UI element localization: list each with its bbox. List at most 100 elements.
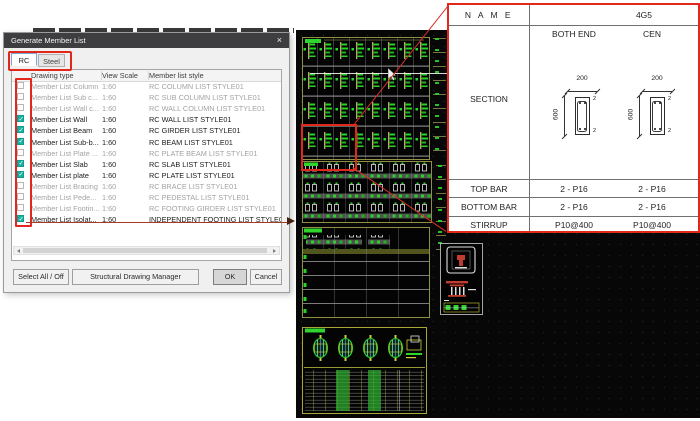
height-dimension: 600	[552, 108, 560, 121]
section-label: SECTION	[470, 94, 508, 104]
name-row: N A M E 4G5	[449, 5, 698, 26]
view-scale-cell: 1:60	[102, 93, 117, 103]
bar-count: 2	[668, 128, 672, 134]
ok-button[interactable]: OK	[213, 269, 247, 285]
view-scale-cell: 1:60	[102, 204, 117, 214]
table-row[interactable]: Member List plate 1:60 RC PLATE LIST STY…	[12, 170, 281, 181]
dialog-titlebar[interactable]: Generate Member List ×	[4, 33, 289, 48]
width-dimension: 200	[576, 75, 588, 82]
drawing-type-cell: Member List Wall	[31, 115, 88, 125]
scroll-left-icon[interactable]	[14, 247, 23, 254]
table-row[interactable]: Member List Isolat... 1:60 INDEPENDENT F…	[12, 214, 281, 225]
table-row[interactable]: Member List Column 1:60 RC COLUMN LIST S…	[12, 81, 281, 92]
table-row[interactable]: Member List Sub-b... 1:60 RC BEAM LIST S…	[12, 136, 281, 147]
header-divider	[148, 71, 149, 80]
select-all-button[interactable]: Select All / Off	[13, 269, 69, 285]
view-scale-cell: 1:60	[102, 148, 117, 158]
view-scale-cell: 1:60	[102, 192, 117, 202]
table-row[interactable]: Member List Pede... 1:60 RC PEDESTAL LIS…	[12, 192, 281, 203]
both-end-value: 2 - P16	[560, 201, 588, 212]
table-row[interactable]: Member List Beam 1:60 RC GIRDER LIST STY…	[12, 125, 281, 136]
row-label: TOP BAR	[470, 183, 508, 194]
column-schedule-panel	[302, 327, 427, 414]
scroll-right-icon[interactable]	[270, 247, 279, 254]
drawing-type-cell: Member List Column	[31, 82, 99, 92]
dialog-title: Generate Member List	[11, 36, 86, 45]
bar-count: 2	[668, 96, 672, 102]
list-style-cell: RC BRACE LIST STYLE01	[149, 181, 238, 191]
rebar-row: TOP BAR 2 - P16 2 - P16	[449, 179, 698, 197]
col-drawing-type: Drawing type	[31, 71, 74, 80]
bar-count: 2	[593, 128, 597, 134]
list-style-cell: RC GIRDER LIST STYLE01	[149, 126, 241, 136]
clipped-panel	[436, 165, 446, 250]
both-end-value: 2 - P16	[560, 183, 588, 194]
list-style-cell: RC WALL COLUMN LIST STYLE01	[149, 104, 266, 114]
row-label: BOTTOM BAR	[460, 201, 518, 212]
white-reference-line	[310, 73, 447, 74]
view-scale-cell: 1:60	[102, 137, 117, 147]
section-column-headers: BOTH END CEN	[449, 26, 698, 42]
annotation-arrow-head	[287, 217, 295, 225]
clipped-panel	[433, 38, 446, 159]
checkbox-column-highlight-annotation	[14, 78, 32, 227]
col-view-scale: View Scale	[102, 71, 138, 80]
beam-section-figure-both-end: 200 600 2 2	[552, 75, 612, 175]
view-scale-cell: 1:60	[102, 115, 117, 125]
drawing-type-cell: Member List Pede...	[31, 192, 97, 202]
drawing-type-cell: Member List plate	[31, 170, 89, 180]
stirrup-outline	[652, 100, 662, 132]
cen-value: P10@400	[633, 220, 671, 231]
rebar-row: STIRRUP P10@400 P10@400	[449, 215, 698, 234]
header-divider	[101, 71, 102, 80]
cad-highlight-annotation	[301, 124, 357, 171]
list-style-cell: RC PEDESTAL LIST STYLE01	[149, 192, 250, 202]
cen-value: 2 - P16	[638, 201, 666, 212]
foundation-detail-panel	[440, 243, 483, 315]
list-style-cell: RC BEAM LIST STYLE01	[149, 137, 233, 147]
list-style-cell: RC PLATE BEAM LIST STYLE01	[149, 148, 258, 158]
stirrup-outline	[577, 100, 587, 132]
screenshot-root: Generate Member List × RC Steel Drawing …	[0, 0, 700, 421]
cancel-button[interactable]: Cancel	[250, 269, 282, 285]
width-dimension: 200	[651, 75, 663, 82]
header-both-end: BOTH END	[552, 29, 596, 39]
structural-drawing-manager-button[interactable]: Structural Drawing Manager	[72, 269, 199, 285]
bar-count: 2	[593, 96, 597, 102]
table-row[interactable]: Member List Bracing 1:60 RC BRACE LIST S…	[12, 181, 281, 192]
table-row[interactable]: Member List Footin... 1:60 RC FOOTING GI…	[12, 203, 281, 214]
slab-list-panel	[302, 227, 430, 318]
close-icon[interactable]: ×	[277, 33, 282, 48]
list-style-cell: RC SUB COLUMN LIST STYLE01	[149, 93, 261, 103]
tabs-highlight-annotation	[7, 50, 72, 71]
drawing-type-cell: Member List Plate ...	[31, 148, 98, 158]
rebar-row: BOTTOM BAR 2 - P16 2 - P16	[449, 197, 698, 215]
table-row[interactable]: Member List Slab 1:60 RC SLAB LIST STYLE…	[12, 159, 281, 170]
horizontal-scrollbar[interactable]	[13, 246, 280, 255]
member-name-value: 4G5	[635, 10, 653, 20]
member-detail-table: N A M E 4G5 BOTH END CEN SECTION 200 600…	[447, 3, 700, 233]
list-style-cell: RC COLUMN LIST STYLE01	[149, 82, 244, 92]
table-row[interactable]: Member List Wall c... 1:60 RC WALL COLUM…	[12, 103, 281, 114]
table-row[interactable]: Member List Wall 1:60 RC WALL LIST STYLE…	[12, 114, 281, 125]
rebar-rows: TOP BAR 2 - P16 2 - P16 BOTTOM BAR 2 - P…	[449, 179, 698, 234]
view-scale-cell: 1:60	[102, 82, 117, 92]
header-cen: CEN	[643, 29, 661, 39]
drawing-type-cell: Member List Bracing	[31, 181, 98, 191]
drawing-type-list: Member List Column 1:60 RC COLUMN LIST S…	[12, 81, 281, 225]
table-row[interactable]: Member List Sub c... 1:60 RC SUB COLUMN …	[12, 92, 281, 103]
cen-value: 2 - P16	[638, 183, 666, 194]
drawing-type-listbox[interactable]: Drawing type View Scale Member list styl…	[11, 69, 282, 261]
view-scale-cell: 1:60	[102, 181, 117, 191]
both-end-value: P10@400	[555, 220, 593, 231]
list-style-cell: RC WALL LIST STYLE01	[149, 115, 232, 125]
name-label: N A M E	[464, 10, 514, 20]
view-scale-cell: 1:60	[102, 126, 117, 136]
list-style-cell: RC PLATE LIST STYLE01	[149, 170, 235, 180]
scrollbar-thumb[interactable]	[23, 248, 267, 253]
table-row[interactable]: Member List Plate ... 1:60 RC PLATE BEAM…	[12, 148, 281, 159]
height-dimension: 600	[627, 108, 635, 121]
view-scale-cell: 1:60	[102, 170, 117, 180]
list-style-cell: RC SLAB LIST STYLE01	[149, 159, 231, 169]
annotation-arrow-line	[26, 221, 288, 224]
